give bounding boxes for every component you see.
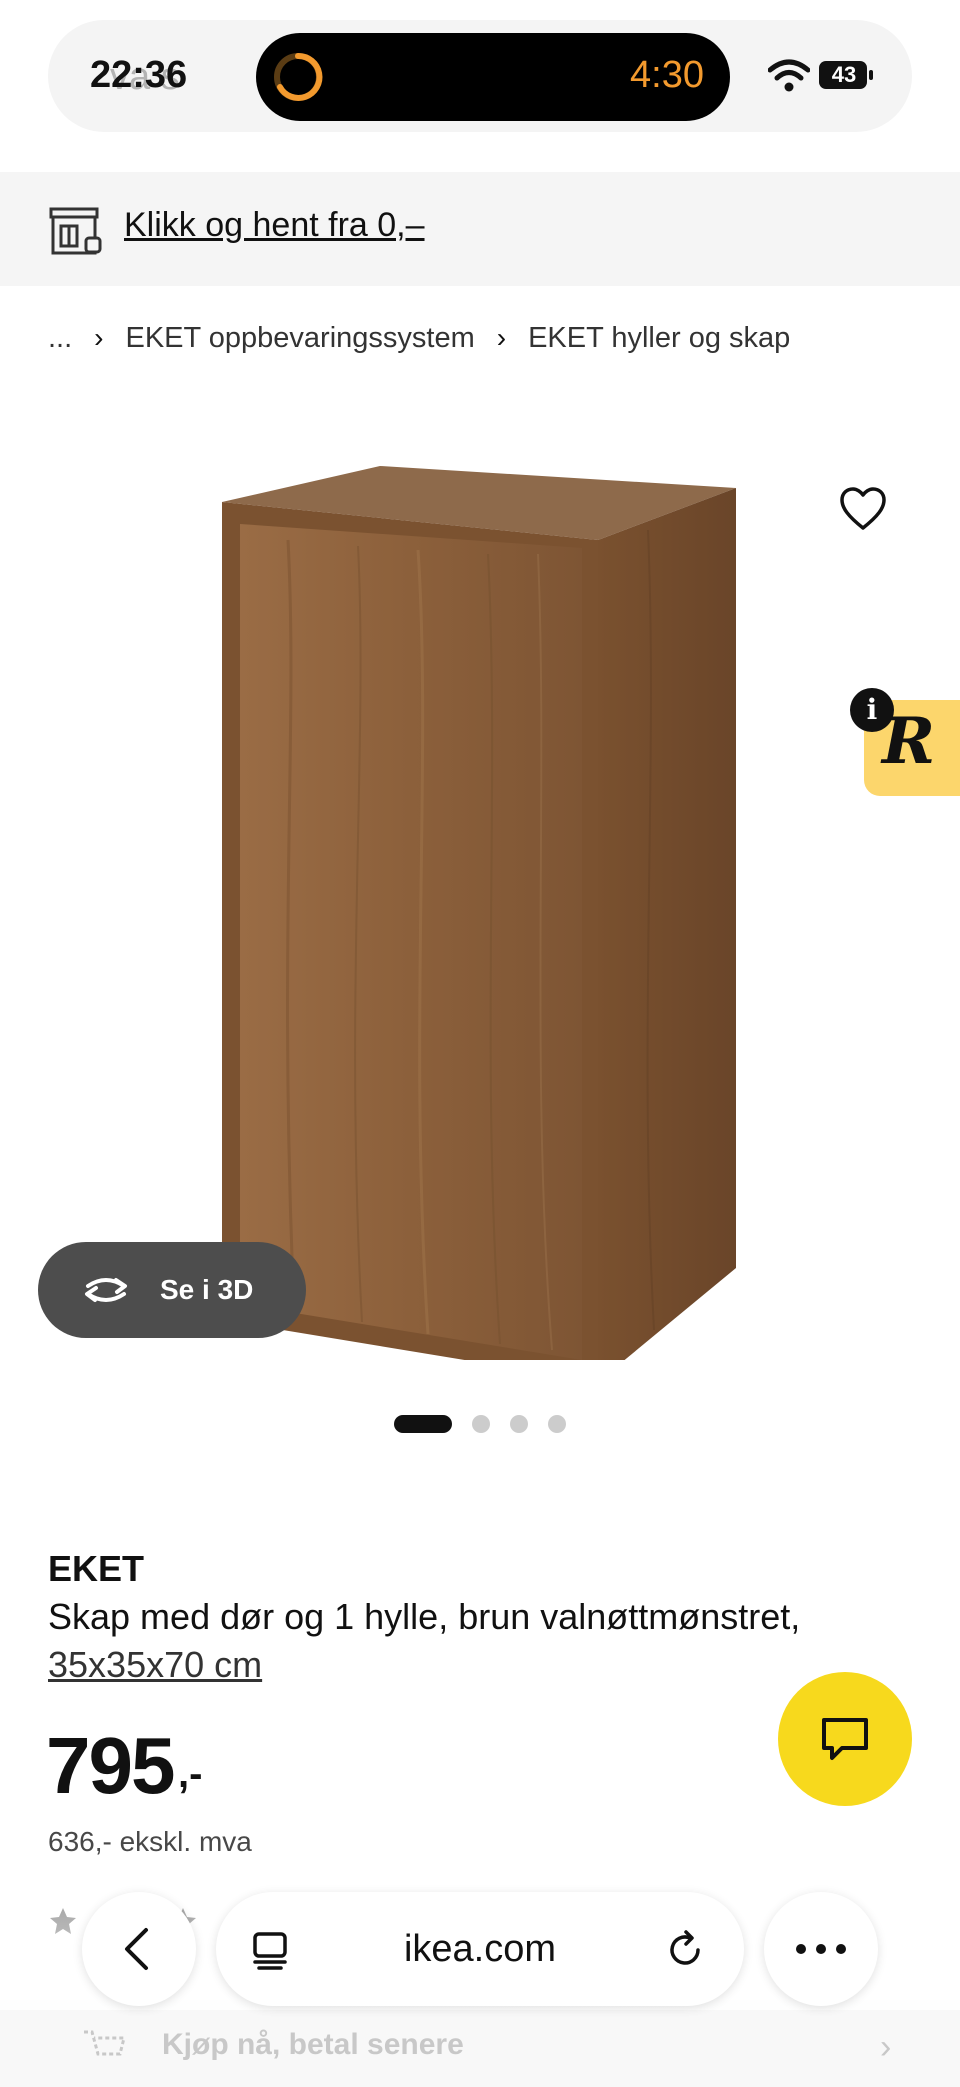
carousel-dot[interactable] xyxy=(510,1415,528,1433)
carousel-dot[interactable] xyxy=(548,1415,566,1433)
address-bar[interactable]: ikea.com xyxy=(216,1892,744,2006)
chat-icon xyxy=(822,1718,868,1760)
carousel-dot[interactable] xyxy=(472,1415,490,1433)
price-ex-vat: 636,- ekskl. mva xyxy=(48,1826,252,1857)
more-icon xyxy=(796,1944,846,1954)
price-suffix: ,- xyxy=(178,1752,203,1796)
product-image xyxy=(222,466,736,1360)
view-3d-button[interactable]: Se i 3D xyxy=(38,1242,306,1338)
timer-icon xyxy=(274,52,323,101)
product-description: Skap med dør og 1 hylle, brun valnøttmøn… xyxy=(48,1596,801,1637)
product-name: EKET xyxy=(48,1548,145,1589)
wifi-icon xyxy=(768,59,810,92)
info-icon[interactable]: i xyxy=(850,688,894,732)
breadcrumb-ellipsis[interactable]: ... xyxy=(48,322,72,355)
breadcrumb-item-eket-shelves[interactable]: EKET hyller og skap xyxy=(528,322,790,355)
carousel-indicator xyxy=(394,1414,566,1434)
bnpl-label: Kjøp nå, betal senere xyxy=(162,2028,464,2061)
chevron-right-icon: › xyxy=(94,322,104,353)
product-size-link[interactable]: 35x35x70 cm xyxy=(48,1644,262,1686)
click-collect-banner[interactable]: Klikk og hent fra 0,– xyxy=(0,172,960,286)
carousel-dot-active[interactable] xyxy=(394,1415,452,1433)
breadcrumb-item-eket-system[interactable]: EKET oppbevaringssystem xyxy=(126,322,475,355)
back-button[interactable] xyxy=(82,1892,196,2006)
chevron-right-icon: › xyxy=(496,322,507,353)
chat-button[interactable] xyxy=(778,1672,912,1806)
cart-payment-icon xyxy=(84,2030,126,2056)
battery-level: 43 xyxy=(831,62,857,87)
chevron-left-icon xyxy=(125,1928,148,1970)
store-icon xyxy=(49,207,102,255)
chevron-right-icon: › xyxy=(880,2028,892,2066)
status-bar: va s 22:36 4:30 43 xyxy=(0,0,960,160)
rotate-3d-icon xyxy=(85,1278,127,1302)
product-price: 795 xyxy=(46,1721,175,1810)
product-image-carousel[interactable]: R i Se i 3D xyxy=(0,400,960,1380)
breadcrumb: ... › EKET oppbevaringssystem › EKET hyl… xyxy=(48,318,790,358)
reload-icon[interactable] xyxy=(664,1928,706,1970)
buy-now-pay-later-row[interactable]: Kjøp nå, betal senere › xyxy=(0,2000,960,2087)
view-3d-label: Se i 3D xyxy=(160,1274,254,1305)
heart-icon[interactable] xyxy=(838,486,888,532)
clock: 22:36 xyxy=(90,54,188,96)
more-button[interactable] xyxy=(764,1892,878,2006)
timer-text: 4:30 xyxy=(630,54,704,96)
click-collect-link[interactable]: Klikk og hent fra 0,– xyxy=(124,206,425,245)
